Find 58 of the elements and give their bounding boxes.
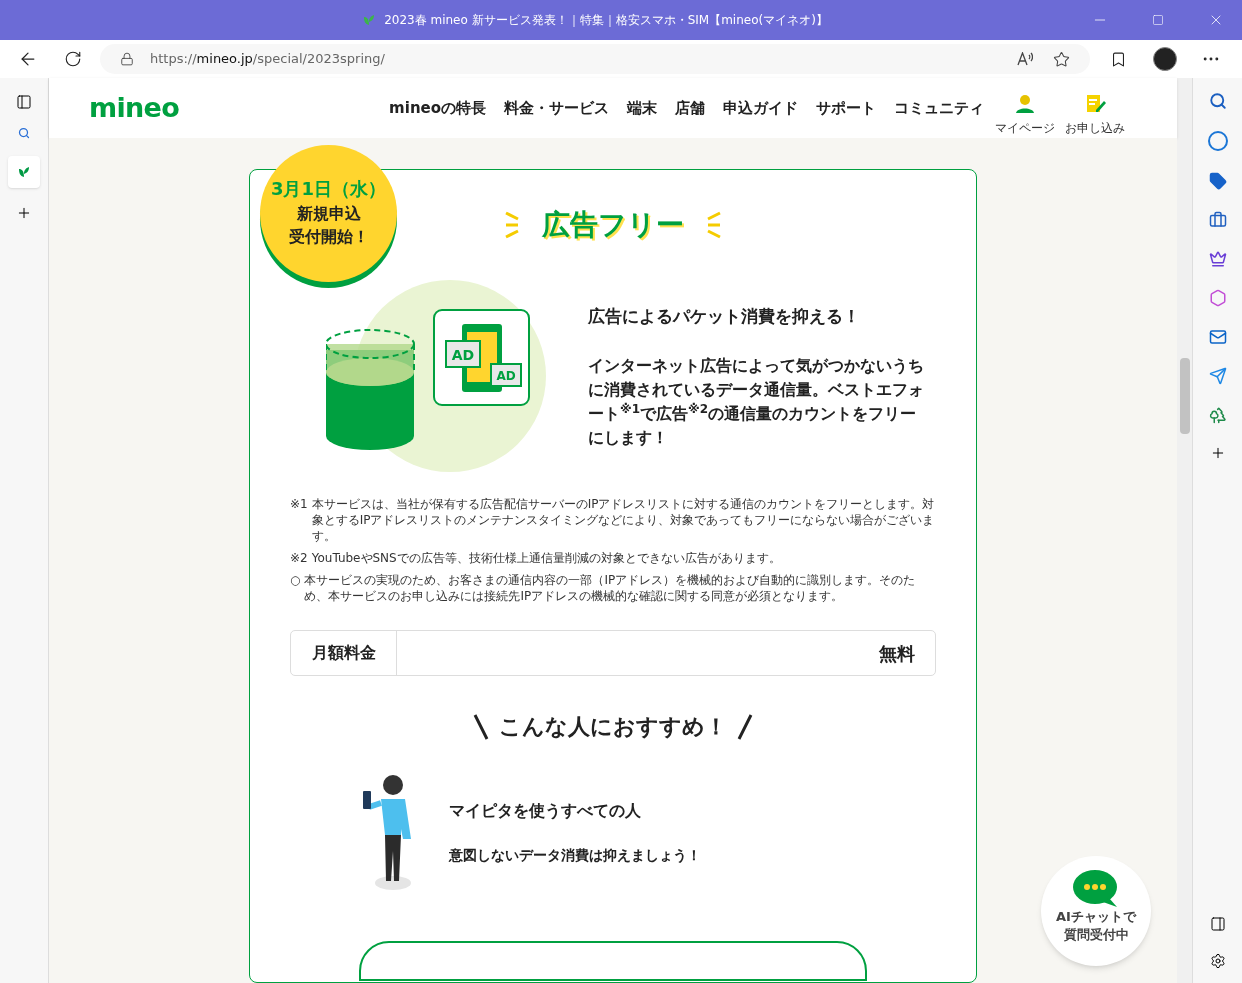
active-tab[interactable] bbox=[8, 156, 40, 188]
window-title: 2023春 mineo 新サービス発表！｜特集｜格安スマホ・SIM【mineo(マイネオ)】 bbox=[384, 12, 828, 29]
search-icon[interactable] bbox=[1208, 92, 1227, 110]
note-text: YouTubeやSNSでの広告等、技術仕様上通信量削減の対象とできない広告があります。 bbox=[311, 550, 781, 566]
note-text: 本サービスの実現のため、お客さまの通信内容の一部（IPアドレス）を機械的および自動的に識別します。そのため、本サービスのお申し込みには接続先IPアドレスの機械的な確認に関する同意が必須となります。 bbox=[304, 572, 917, 604]
spark-icon bbox=[504, 209, 520, 241]
add-favorite-icon[interactable] bbox=[1053, 50, 1070, 68]
hexagon-icon[interactable] bbox=[1208, 289, 1227, 307]
headline: 広告によるパケット消費を抑える！ bbox=[588, 305, 861, 328]
settings-icon[interactable] bbox=[1209, 953, 1226, 969]
nav-link[interactable]: 料金・サービス bbox=[504, 96, 610, 120]
slash-icon bbox=[473, 712, 489, 741]
header-action-link[interactable]: マイページ bbox=[992, 81, 1059, 135]
new-tab-icon[interactable] bbox=[16, 205, 32, 221]
nav-link[interactable]: 店舗 bbox=[675, 96, 706, 120]
recommend-title: こんな人におすすめ！ bbox=[499, 713, 727, 741]
spark-icon bbox=[706, 209, 722, 241]
chess-piece-icon[interactable] bbox=[1208, 250, 1227, 268]
address-bar[interactable]: https://mineo.jp/special/2023spring/ bbox=[100, 44, 1090, 74]
chat-bubble-icon bbox=[1073, 870, 1119, 908]
note-mark: ※2 bbox=[290, 550, 308, 566]
maximize-button[interactable] bbox=[1152, 14, 1164, 26]
reload-button[interactable] bbox=[64, 50, 82, 68]
nav-link[interactable]: mineoの特長 bbox=[389, 96, 487, 120]
slash-icon bbox=[737, 712, 753, 741]
price-label: 月額料金 bbox=[291, 631, 397, 675]
description: インターネット広告によって気がつかないうちに消費されているデータ通信量。ベストエフォート$^{※1}$で広告$^{※2}$の通信量のカウントをフリーにします！ bbox=[588, 354, 925, 449]
nav-link[interactable]: サポート bbox=[816, 96, 877, 120]
price-value: 無料 bbox=[878, 641, 916, 666]
mail-icon[interactable] bbox=[1208, 328, 1227, 346]
lock-icon bbox=[120, 52, 134, 66]
nav-link[interactable]: 申込ガイド bbox=[723, 96, 799, 120]
recommend-text: 意図しないデータ消費は抑えましょう！ bbox=[449, 845, 701, 865]
profile-avatar[interactable] bbox=[1153, 47, 1177, 71]
favorites-icon[interactable] bbox=[1110, 50, 1127, 68]
nav-link[interactable]: コミュニティ bbox=[894, 96, 985, 120]
header-action-link[interactable]: お申し込み bbox=[1062, 81, 1129, 135]
url-text: https://mineo.jp/special/2023spring/ bbox=[150, 50, 385, 69]
chat-label: 質問受付中 bbox=[1063, 926, 1129, 944]
tab-panel-icon[interactable] bbox=[16, 94, 32, 110]
note-text: 本サービスは、当社が保有する広告配信サーバーのIPアドレスリストに対する通信のカウントをフリーとします。対象とするIPアドレスリストのメンテナンスタイミングなどにより、対象であってもフリーにならない場合がございます。 bbox=[311, 496, 936, 544]
search-icon[interactable] bbox=[18, 127, 30, 139]
note-mark: ※1 bbox=[290, 496, 308, 513]
panel-toggle-icon[interactable] bbox=[1209, 916, 1226, 932]
read-aloud-icon[interactable] bbox=[1017, 52, 1033, 66]
leaf-icon bbox=[362, 13, 377, 27]
chat-label: AIチャットで bbox=[1056, 908, 1136, 926]
nav-link[interactable]: 端末 bbox=[627, 96, 658, 120]
tree-icon[interactable] bbox=[1208, 406, 1227, 424]
section-title: 広告フリー bbox=[542, 207, 684, 243]
send-icon[interactable] bbox=[1208, 367, 1227, 385]
tag-icon[interactable] bbox=[1208, 172, 1227, 190]
leaf-icon bbox=[17, 165, 31, 179]
scrollbar-thumb[interactable] bbox=[1179, 358, 1190, 434]
note-mark: ○ bbox=[290, 572, 301, 589]
briefcase-icon[interactable] bbox=[1208, 211, 1227, 229]
data-usage-drawing: AD AD bbox=[326, 280, 548, 472]
recommend-heading: マイピタを使うすべての人 bbox=[449, 799, 642, 822]
